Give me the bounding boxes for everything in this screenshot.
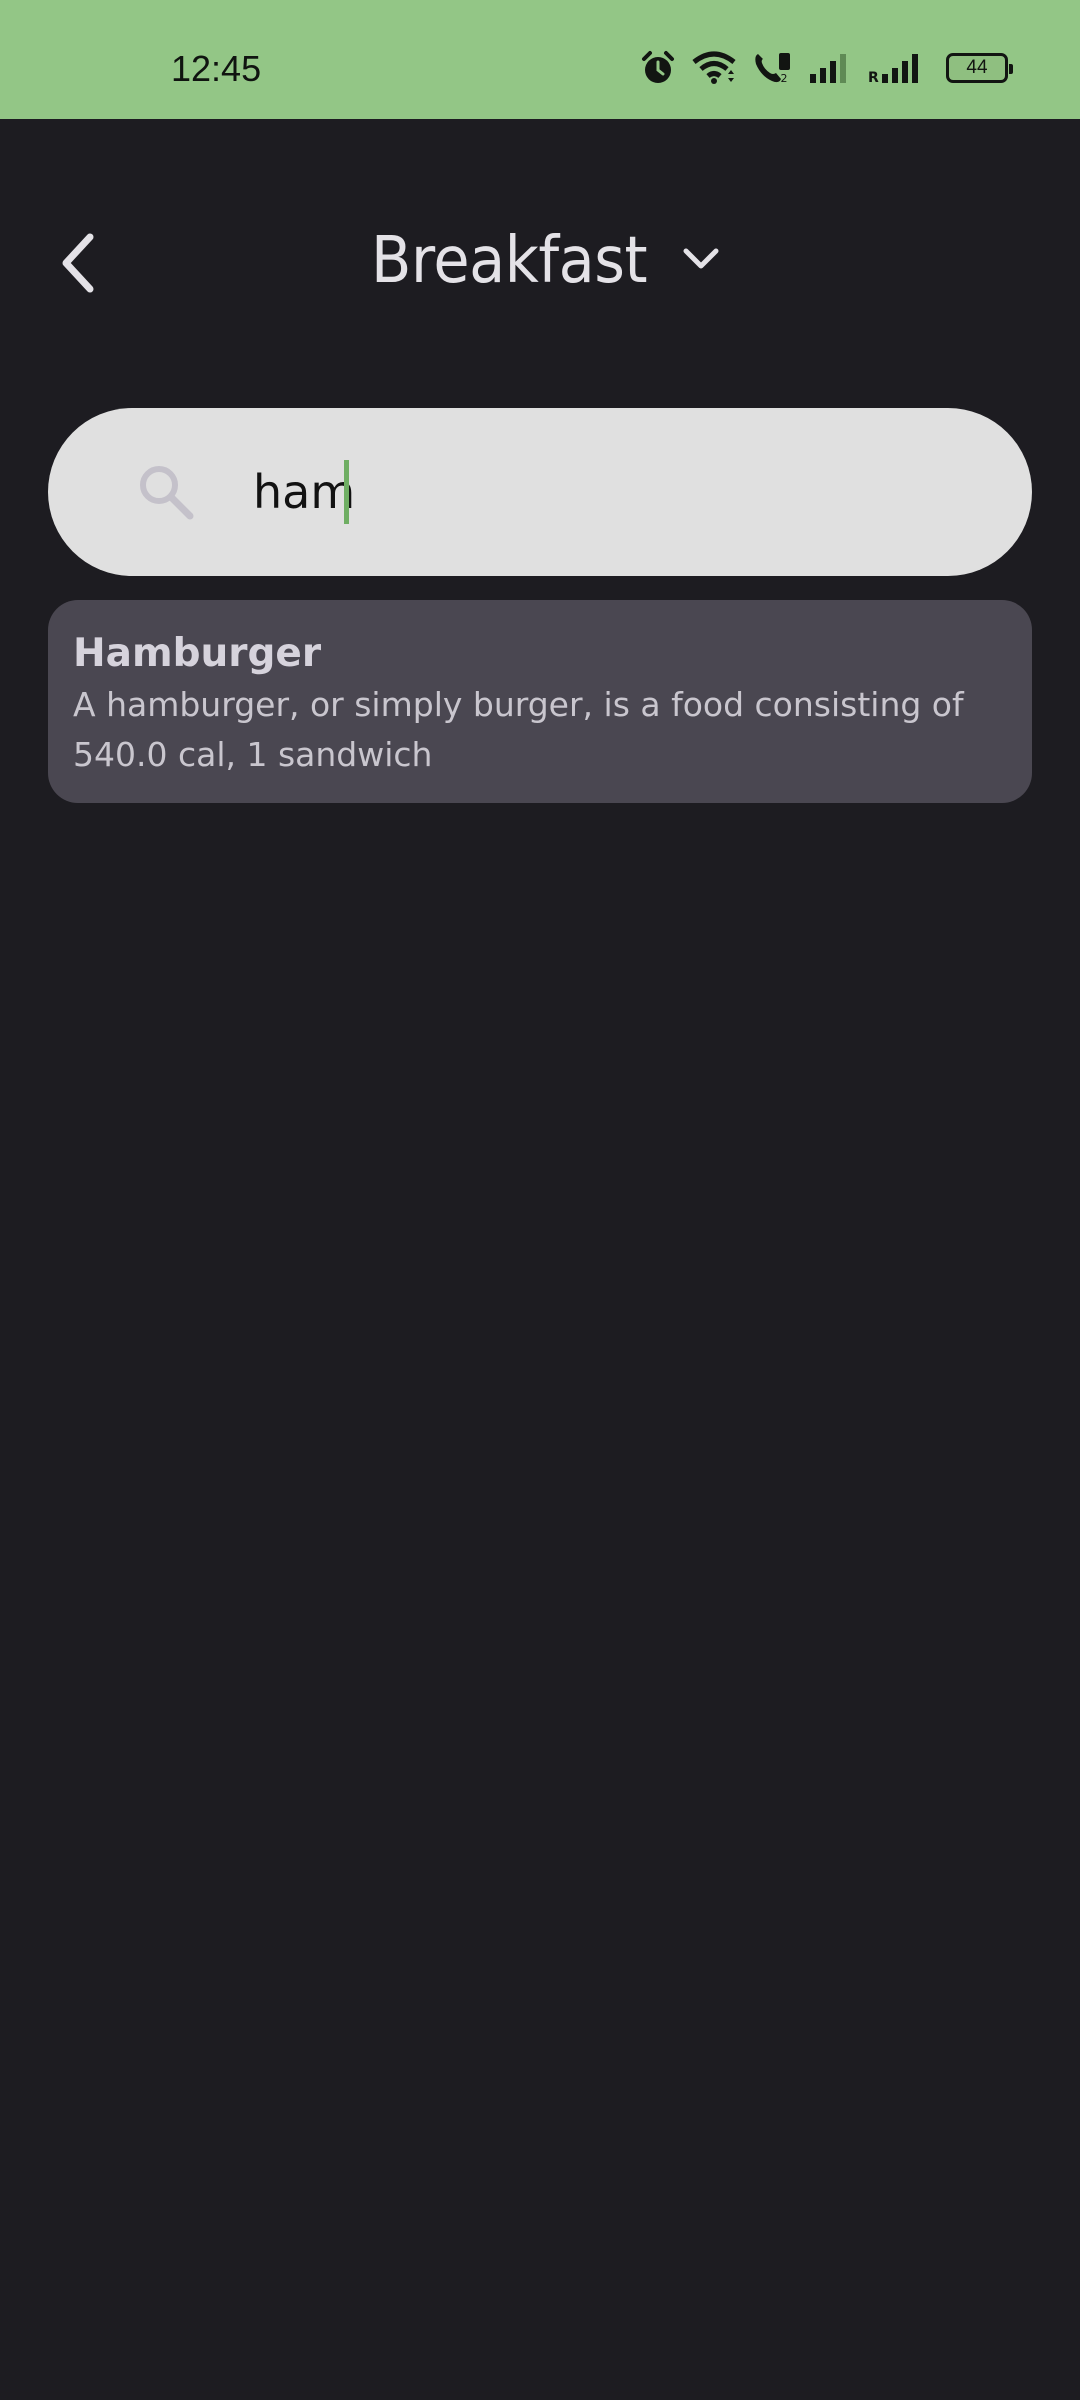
signal-sim1-icon <box>808 52 852 84</box>
page-title: Breakfast <box>370 224 648 298</box>
svg-text:R: R <box>868 70 879 84</box>
status-time: 12:45 <box>171 48 262 89</box>
svg-text:2: 2 <box>781 72 788 85</box>
header: Breakfast <box>0 119 1080 409</box>
status-icons: 2 R 44 <box>640 50 1013 86</box>
text-caret <box>344 460 349 524</box>
status-bar: 12:45 2 R 44 <box>0 0 1080 119</box>
search-box[interactable]: ham <box>48 408 1032 576</box>
search-input[interactable]: ham <box>253 450 973 534</box>
list-item[interactable]: Hamburger A hamburger, or simply burger,… <box>48 600 1032 803</box>
chevron-down-icon <box>681 245 721 277</box>
result-description: A hamburger, or simply burger, is a food… <box>73 685 964 724</box>
wifi-icon <box>692 50 736 86</box>
battery-level: 44 <box>966 57 988 78</box>
wifi-calling-icon: 2 <box>752 50 792 86</box>
result-calories: 540.0 cal, 1 sandwich <box>73 735 433 774</box>
result-title: Hamburger <box>73 631 322 676</box>
battery-icon: 44 <box>946 53 1013 83</box>
signal-roaming-icon: R <box>868 52 930 84</box>
search-icon <box>136 462 196 522</box>
meal-selector[interactable]: Breakfast <box>0 221 1080 301</box>
alarm-icon <box>640 50 676 86</box>
